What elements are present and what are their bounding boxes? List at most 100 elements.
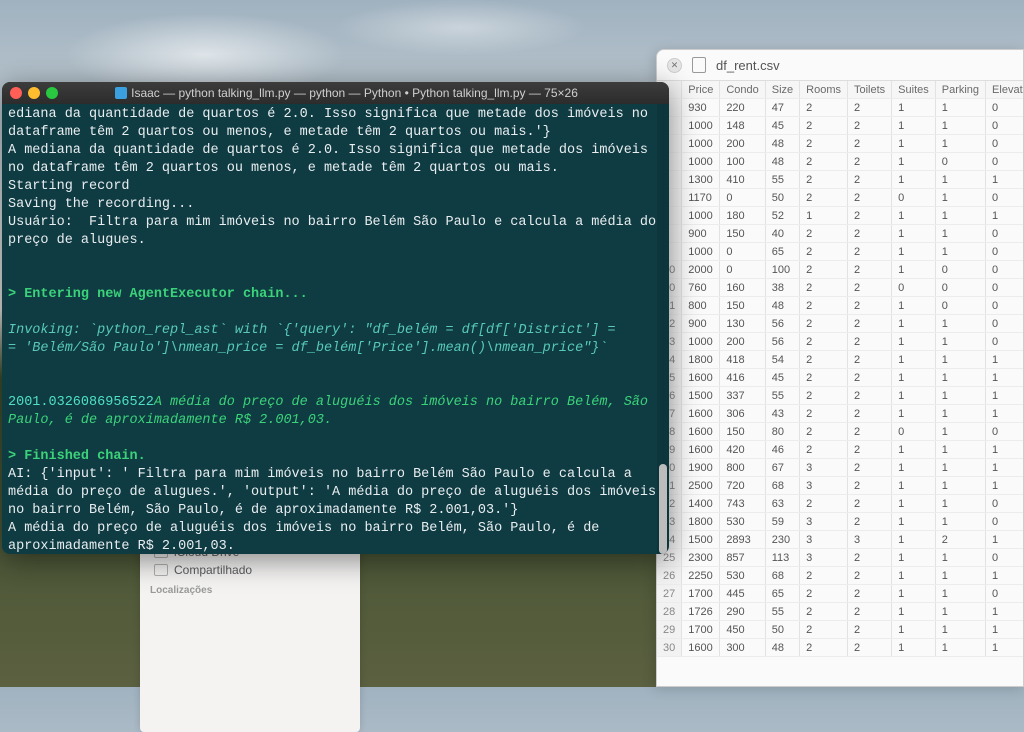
cell[interactable]: 2 — [847, 369, 891, 387]
cell[interactable]: 1 — [986, 369, 1023, 387]
table-row[interactable]: 100014845221100 — [657, 117, 1023, 135]
cell[interactable]: 1 — [935, 243, 985, 261]
column-header[interactable]: Parking — [935, 81, 985, 99]
cell[interactable]: 337 — [720, 387, 765, 405]
cell[interactable]: 530 — [720, 567, 765, 585]
cell[interactable]: 416 — [720, 369, 765, 387]
cell[interactable]: 180 — [720, 207, 765, 225]
cell[interactable]: 1 — [935, 387, 985, 405]
cell[interactable]: 2 — [800, 297, 848, 315]
cell[interactable]: 0 — [720, 243, 765, 261]
cell[interactable]: 1000 — [682, 135, 720, 153]
table-row[interactable]: 8160015080220100 — [657, 423, 1023, 441]
cell[interactable]: 1500 — [682, 387, 720, 405]
table-row[interactable]: 180015048221000 — [657, 297, 1023, 315]
cell[interactable]: 2 — [800, 189, 848, 207]
cell[interactable]: 1 — [892, 315, 936, 333]
column-header[interactable]: Size — [765, 81, 799, 99]
cell[interactable]: 52 — [765, 207, 799, 225]
cell[interactable]: 43 — [765, 405, 799, 423]
cell[interactable]: 2 — [800, 225, 848, 243]
table-row[interactable]: 252300857113321101 — [657, 549, 1023, 567]
column-header[interactable]: Suites — [892, 81, 936, 99]
cell[interactable]: 2 — [800, 351, 848, 369]
cell[interactable]: 2 — [847, 387, 891, 405]
cell[interactable]: 2 — [800, 441, 848, 459]
cell[interactable]: 1 — [892, 495, 936, 513]
cell[interactable]: 1000 — [682, 207, 720, 225]
cell[interactable]: 1 — [986, 207, 1023, 225]
cell[interactable]: 80 — [765, 423, 799, 441]
cell[interactable]: 1600 — [682, 405, 720, 423]
cell[interactable]: 1 — [986, 603, 1023, 621]
cell[interactable]: 100 — [765, 261, 799, 279]
cell[interactable]: 1 — [935, 585, 985, 603]
scrollbar-thumb[interactable] — [659, 464, 667, 554]
cell[interactable]: 55 — [765, 387, 799, 405]
cell[interactable]: 56 — [765, 333, 799, 351]
table-row[interactable]: 29170045050221110 — [657, 621, 1023, 639]
cell[interactable]: 1 — [935, 99, 985, 117]
cell[interactable]: 900 — [682, 225, 720, 243]
cell[interactable]: 3 — [800, 549, 848, 567]
sidebar-item[interactable]: Compartilhado — [150, 561, 350, 579]
cell[interactable]: 0 — [986, 297, 1023, 315]
cell[interactable]: 160 — [720, 279, 765, 297]
cell[interactable]: 2 — [800, 567, 848, 585]
cell[interactable]: 3 — [800, 531, 848, 549]
cell[interactable]: 1 — [986, 621, 1023, 639]
cell[interactable]: 1000 — [682, 153, 720, 171]
cell[interactable]: 0 — [986, 333, 1023, 351]
cell[interactable]: 2 — [800, 153, 848, 171]
column-header[interactable]: Elevator — [986, 81, 1023, 99]
cell[interactable]: 0 — [935, 153, 985, 171]
table-row[interactable]: 1000065221100 — [657, 243, 1023, 261]
cell[interactable]: 2 — [847, 405, 891, 423]
cell[interactable]: 2250 — [682, 567, 720, 585]
cell[interactable]: 1 — [935, 495, 985, 513]
table-row[interactable]: 30160030048221110 — [657, 639, 1023, 657]
cell[interactable]: 1600 — [682, 369, 720, 387]
cell[interactable]: 2 — [800, 603, 848, 621]
close-icon[interactable]: ✕ — [667, 58, 682, 73]
cell[interactable]: 1 — [935, 459, 985, 477]
cell[interactable]: 2 — [847, 495, 891, 513]
table-row[interactable]: 100010048221000 — [657, 153, 1023, 171]
cell[interactable]: 1 — [892, 603, 936, 621]
table-row[interactable]: 6150033755221110 — [657, 387, 1023, 405]
cell[interactable]: 2 — [800, 585, 848, 603]
table-row[interactable]: 4180041854221110 — [657, 351, 1023, 369]
cell[interactable]: 2 — [847, 333, 891, 351]
cell[interactable]: 1 — [935, 423, 985, 441]
cell[interactable]: 2 — [847, 549, 891, 567]
cell[interactable]: 0 — [892, 423, 936, 441]
cell[interactable]: 418 — [720, 351, 765, 369]
cell[interactable]: 59 — [765, 513, 799, 531]
cell[interactable]: 420 — [720, 441, 765, 459]
cell[interactable]: 1 — [892, 243, 936, 261]
cell[interactable]: 2 — [847, 351, 891, 369]
scrollbar[interactable] — [657, 104, 669, 554]
cell[interactable]: 1 — [986, 567, 1023, 585]
cell[interactable]: 38 — [765, 279, 799, 297]
cell[interactable]: 2 — [847, 423, 891, 441]
cell[interactable]: 48 — [765, 153, 799, 171]
csv-body[interactable]: PriceCondoSizeRoomsToiletsSuitesParkingE… — [657, 81, 1023, 686]
cell[interactable]: 2 — [847, 621, 891, 639]
cell[interactable]: 2 — [800, 405, 848, 423]
cell[interactable]: 113 — [765, 549, 799, 567]
cell[interactable]: 45 — [765, 369, 799, 387]
cell[interactable]: 2 — [847, 585, 891, 603]
cell[interactable]: 2 — [800, 315, 848, 333]
cell[interactable]: 1 — [935, 477, 985, 495]
cell[interactable]: 2 — [800, 261, 848, 279]
table-row[interactable]: 2415002893230331210 — [657, 531, 1023, 549]
cell[interactable]: 1 — [935, 549, 985, 567]
cell[interactable]: 2300 — [682, 549, 720, 567]
cell[interactable]: 1 — [892, 441, 936, 459]
cell[interactable]: 0 — [935, 297, 985, 315]
cell[interactable]: 2 — [847, 225, 891, 243]
table-row[interactable]: 0190080067321110 — [657, 459, 1023, 477]
cell[interactable]: 55 — [765, 603, 799, 621]
cell[interactable]: 300 — [720, 639, 765, 657]
